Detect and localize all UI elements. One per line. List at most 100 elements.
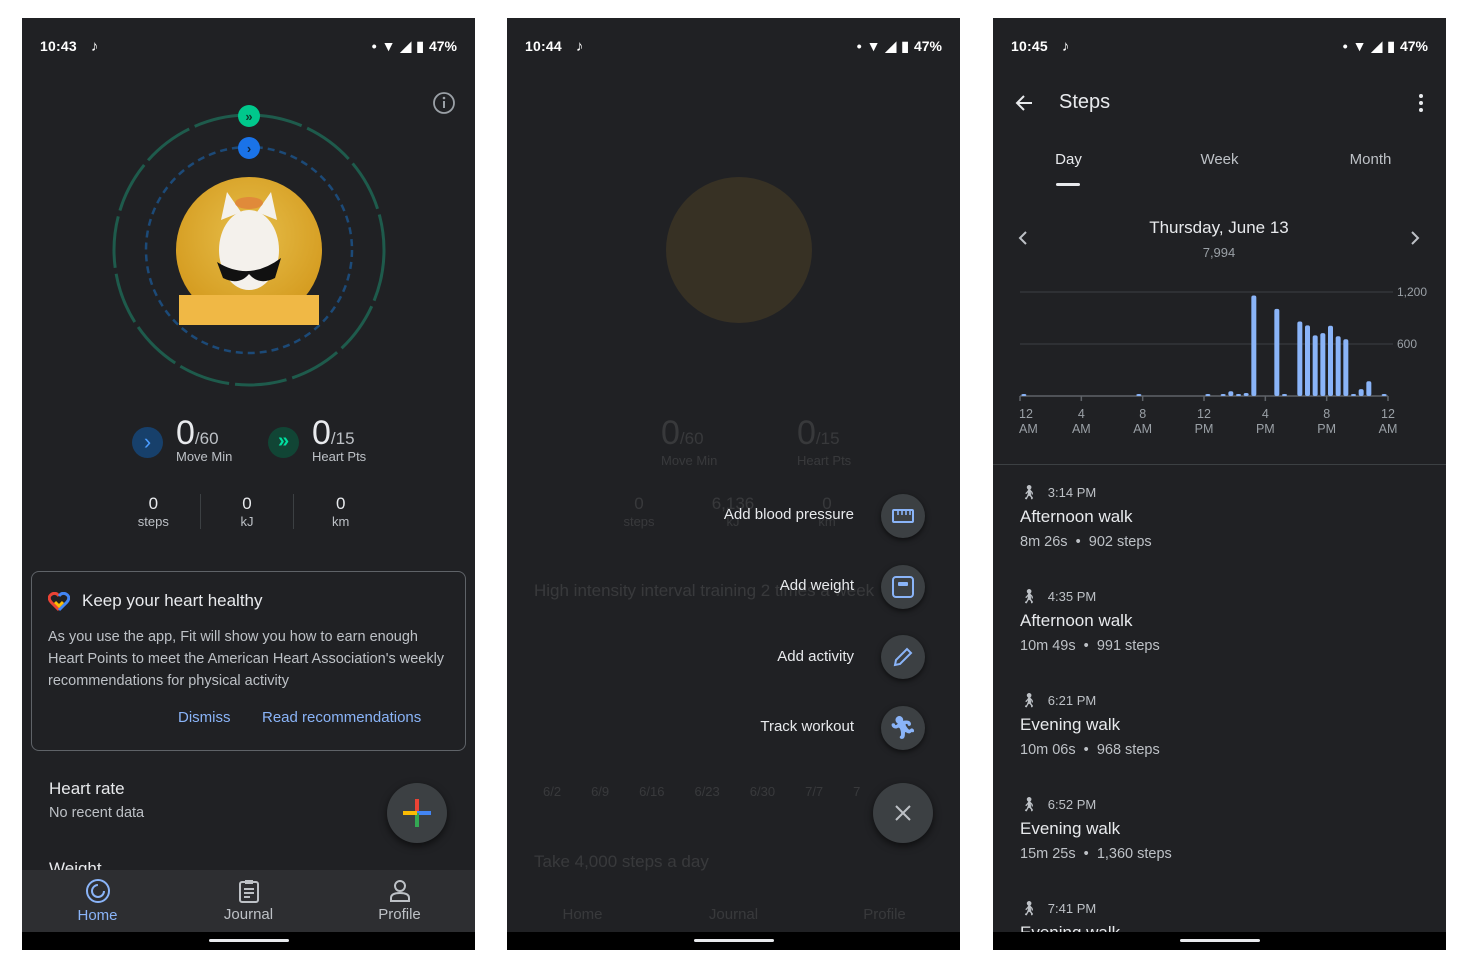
daily-stats: 0 steps 0 kJ 0 km xyxy=(107,494,387,529)
tab-week[interactable]: Week xyxy=(1144,151,1295,168)
chart-bar xyxy=(1243,392,1249,396)
x-tick-label: AM xyxy=(1379,422,1398,436)
range-tabs: Day Week Month xyxy=(993,151,1446,168)
battery-icon: ▮ xyxy=(1387,37,1395,54)
chart-bar xyxy=(1297,321,1303,396)
track-workout-button[interactable]: 🏃︎ xyxy=(881,706,925,750)
activity-duration: 15m 25s xyxy=(1020,846,1076,862)
battery-level: 47% xyxy=(428,38,457,54)
heart-pts-goal: 0/15 Heart Pts xyxy=(312,414,367,464)
wifi-icon: ▼ xyxy=(866,38,881,54)
chevron-right-icon[interactable] xyxy=(1409,230,1421,246)
dot-icon: • xyxy=(856,38,862,54)
activity-duration: 10m 06s xyxy=(1020,742,1076,758)
add-activity-label[interactable]: Add activity xyxy=(777,648,854,665)
read-recommendations-button[interactable]: Read recommendations xyxy=(262,709,421,726)
add-weight-label[interactable]: Add weight xyxy=(780,577,854,594)
chevron-left-icon[interactable] xyxy=(1017,230,1029,246)
dismiss-button[interactable]: Dismiss xyxy=(178,709,231,726)
close-icon xyxy=(895,805,911,821)
status-bar: 10:44 ♪ • ▼ ◢ ▮ 47% xyxy=(525,36,942,56)
walking-icon: 🚶︎ xyxy=(1020,900,1038,916)
walking-icon: 🚶︎ xyxy=(1020,484,1038,500)
date-label: Thursday, June 13 xyxy=(1149,218,1289,237)
svg-text:›: › xyxy=(247,141,251,156)
activity-item[interactable]: 🚶︎ 6:21 PM Evening walk 10m 06s • 968 steps xyxy=(1020,692,1160,758)
signal-icon: ◢ xyxy=(400,37,412,54)
music-note-icon: ♪ xyxy=(575,37,584,55)
info-icon[interactable] xyxy=(433,92,455,114)
more-vert-icon[interactable] xyxy=(1417,93,1425,113)
track-workout-label[interactable]: Track workout xyxy=(760,718,854,735)
tab-day[interactable]: Day xyxy=(993,151,1144,168)
separator-dot: • xyxy=(1075,638,1097,654)
chart-bar xyxy=(1312,335,1318,396)
chart-bar xyxy=(1366,381,1372,396)
home-handle[interactable] xyxy=(209,939,289,942)
page-title: Steps xyxy=(1059,91,1111,113)
separator-dot: • xyxy=(1075,742,1097,758)
add-blood-pressure-button[interactable] xyxy=(881,494,925,538)
walking-icon: 🚶︎ xyxy=(1020,796,1038,812)
status-bar: 10:45 ♪ • ▼ ◢ ▮ 47% xyxy=(1011,36,1428,56)
clipboard-icon xyxy=(238,880,259,903)
chart-bar xyxy=(1236,394,1241,396)
plus-icon xyxy=(403,799,431,827)
stat-steps: 0 steps xyxy=(107,494,201,529)
move-min-icon: › xyxy=(132,427,163,458)
activity-title: Evening walk xyxy=(1020,819,1121,838)
wifi-icon: ▼ xyxy=(1352,38,1367,54)
tab-indicator xyxy=(1056,183,1080,186)
close-fab[interactable] xyxy=(873,783,933,843)
activity-item[interactable]: 🚶︎ 3:14 PM Afternoon walk 8m 26s • 902 step… xyxy=(1020,484,1152,550)
tab-month[interactable]: Month xyxy=(1295,151,1446,168)
nav-home[interactable]: Home xyxy=(22,870,173,932)
home-handle[interactable] xyxy=(1180,939,1260,942)
heart-rate-item[interactable]: Heart rate No recent data xyxy=(49,779,144,821)
add-blood-pressure-label[interactable]: Add blood pressure xyxy=(724,506,854,523)
heart-healthy-card: Keep your heart healthy As you use the a… xyxy=(31,571,466,751)
activity-steps: 902 steps xyxy=(1088,534,1152,550)
battery-level: 47% xyxy=(1399,38,1428,54)
bg-ticks: 6/2 6/9 6/16 6/23 6/30 7/7 7 xyxy=(543,784,861,799)
svg-text:»: » xyxy=(245,109,252,124)
chart-bar xyxy=(1381,394,1387,396)
nav-journal[interactable]: Journal xyxy=(173,870,324,932)
activity-rings: » › xyxy=(112,105,386,387)
chart-bar xyxy=(1351,394,1356,396)
activity-item[interactable]: 🚶︎ 6:52 PM Evening walk 15m 25s • 1,360 ste… xyxy=(1020,796,1172,862)
y-tick-label: 600 xyxy=(1397,337,1417,351)
x-tick-label: 12 xyxy=(1019,407,1033,421)
back-arrow-icon[interactable] xyxy=(1014,93,1034,113)
chart-bar xyxy=(1228,391,1234,396)
y-tick-label: 1,200 xyxy=(1397,285,1427,299)
x-tick-label: PM xyxy=(1195,422,1214,436)
activity-time: 6:21 PM xyxy=(1047,693,1097,708)
move-min-goal: 0/60 Move Min xyxy=(176,414,233,464)
blood-pressure-icon xyxy=(892,509,914,523)
x-tick-label: 4 xyxy=(1262,407,1269,421)
gesture-bar xyxy=(507,932,960,950)
chart-bar xyxy=(1358,389,1364,396)
add-fab[interactable] xyxy=(387,783,447,843)
x-tick-label: 12 xyxy=(1197,407,1211,421)
add-activity-button[interactable] xyxy=(881,635,925,679)
x-tick-label: 8 xyxy=(1323,407,1330,421)
activity-duration: 8m 26s xyxy=(1020,534,1068,550)
walking-icon: 🚶︎ xyxy=(1020,588,1038,604)
heart-points-logo-icon xyxy=(48,592,70,612)
battery-icon: ▮ xyxy=(416,37,424,54)
nav-profile[interactable]: Profile xyxy=(324,870,475,932)
daily-total: 7,994 xyxy=(1202,245,1236,260)
activity-steps: 991 steps xyxy=(1096,638,1160,654)
chart-bar xyxy=(1305,325,1310,396)
add-weight-button[interactable] xyxy=(881,565,925,609)
gesture-bar xyxy=(993,932,1446,950)
separator-dot: • xyxy=(1075,846,1097,862)
home-handle[interactable] xyxy=(694,939,774,942)
stat-km: 0 km xyxy=(332,494,350,529)
activity-item[interactable]: 🚶︎ 4:35 PM Afternoon walk 10m 49s • 991 ste… xyxy=(1020,588,1160,654)
scale-icon xyxy=(892,576,914,598)
chart-bar xyxy=(1251,295,1257,396)
activity-steps: 968 steps xyxy=(1096,742,1160,758)
